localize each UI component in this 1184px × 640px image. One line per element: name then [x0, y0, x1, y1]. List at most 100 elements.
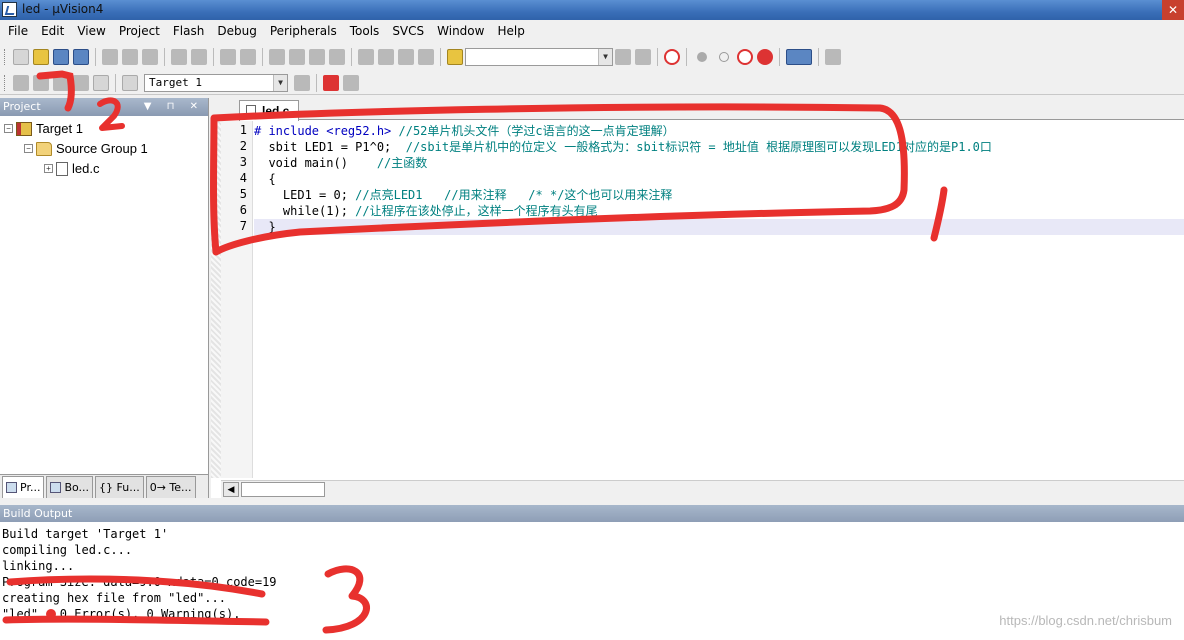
toolbar-separator [779, 48, 780, 66]
tab-functions[interactable]: {} Fu... [95, 476, 144, 498]
insert-breakpoint-icon[interactable] [697, 52, 707, 62]
build-output-panel[interactable]: Build target 'Target 1' compiling led.c.… [0, 522, 1184, 640]
copy-icon[interactable] [122, 49, 138, 65]
redo-icon[interactable] [191, 49, 207, 65]
toolbar-grip [4, 49, 7, 65]
collapse-icon[interactable]: − [4, 124, 13, 133]
bookmark-icon[interactable] [269, 49, 285, 65]
expand-icon[interactable]: + [44, 164, 53, 173]
tree-node-target[interactable]: − Target 1 [4, 121, 83, 136]
comment-icon[interactable] [398, 49, 414, 65]
scroll-left-icon[interactable]: ◀ [223, 482, 239, 497]
target-select[interactable]: Target 1 ▼ [144, 73, 288, 92]
undo-icon[interactable] [171, 49, 187, 65]
paste-icon[interactable] [142, 49, 158, 65]
kill-breakpoints-icon[interactable] [757, 49, 773, 65]
code-comment: //点亮LED1 //用来注释 /* */这个也可以用来注释 [355, 188, 673, 202]
cut-icon[interactable] [102, 49, 118, 65]
find-combo[interactable]: ▼ [465, 48, 613, 66]
build-icon[interactable] [33, 74, 49, 91]
menu-window[interactable]: Window [437, 24, 484, 38]
download-icon[interactable] [122, 74, 138, 91]
disable-breakpoints-icon[interactable] [737, 49, 753, 65]
code-text: { [254, 172, 276, 186]
rebuild-icon[interactable] [53, 74, 69, 91]
build-output-line: creating hex file from "led"... [2, 591, 226, 605]
menu-help[interactable]: Help [497, 24, 524, 38]
build-output-header: Build Output [0, 505, 1184, 522]
nav-back-icon[interactable] [220, 49, 236, 65]
menu-file[interactable]: File [8, 24, 28, 38]
nav-forward-icon[interactable] [240, 49, 256, 65]
indent-icon[interactable] [358, 49, 374, 65]
batch-build-icon[interactable] [73, 74, 89, 91]
folder-icon [36, 141, 52, 156]
menu-debug[interactable]: Debug [217, 24, 256, 38]
chevron-down-icon[interactable]: ▼ [598, 49, 612, 65]
tree-node-source-group[interactable]: − Source Group 1 [24, 141, 148, 156]
line-number: 7 [239, 219, 247, 233]
toolbar-separator [351, 48, 352, 66]
incremental-find-icon[interactable] [635, 49, 651, 65]
menu-flash[interactable]: Flash [173, 24, 204, 38]
close-window-button[interactable]: ✕ [1162, 0, 1184, 20]
panel-controls[interactable]: ▼ ⊓ ✕ [144, 98, 204, 116]
save-icon[interactable] [53, 49, 69, 65]
toolbar-separator [686, 48, 687, 66]
line-number: 1 [239, 123, 247, 137]
enable-breakpoint-icon[interactable] [719, 52, 729, 62]
window-layout-icon[interactable] [786, 49, 812, 65]
c-file-icon [246, 105, 256, 117]
prev-bookmark-icon[interactable] [289, 49, 305, 65]
code-comment: //主函数 [376, 156, 428, 170]
target-select-value: Target 1 [149, 75, 202, 89]
code-area[interactable]: # include <reg52.h> //52单片机头文件（学过c语言的这一点… [254, 121, 1184, 478]
uncomment-icon[interactable] [418, 49, 434, 65]
clear-bookmarks-icon[interactable] [329, 49, 345, 65]
code-text: while(1); [254, 204, 356, 218]
translate-icon[interactable] [13, 74, 29, 91]
wrench-icon[interactable] [825, 49, 841, 65]
stop-build-icon[interactable] [93, 74, 109, 91]
horizontal-scrollbar[interactable]: ◀ [221, 480, 1184, 498]
code-text: } [254, 220, 276, 234]
tab-led-c[interactable]: led.c [239, 100, 299, 121]
tab-templates[interactable]: 0→ Te... [145, 476, 196, 498]
new-file-icon[interactable] [13, 49, 29, 65]
next-bookmark-icon[interactable] [309, 49, 325, 65]
tab-project[interactable]: Pr... [2, 476, 45, 498]
save-all-icon[interactable] [73, 49, 89, 65]
tree-node-file[interactable]: + led.c [44, 161, 99, 176]
build-output-line: compiling led.c... [2, 543, 133, 557]
books-tab-icon [50, 482, 62, 493]
project-panel-title: Project [3, 100, 41, 113]
open-file-icon[interactable] [33, 49, 49, 65]
toolbar-separator [316, 73, 317, 92]
chevron-down-icon[interactable]: ▼ [273, 74, 287, 91]
project-tree: − Target 1 − Source Group 1 + led.c [0, 116, 208, 472]
menu-project[interactable]: Project [119, 24, 160, 38]
tab-books[interactable]: Bo... [46, 476, 94, 498]
unindent-icon[interactable] [378, 49, 394, 65]
manage-books-icon[interactable] [343, 74, 359, 91]
line-number: 2 [239, 139, 247, 153]
menu-tools[interactable]: Tools [350, 24, 380, 38]
menu-view[interactable]: View [77, 24, 105, 38]
menu-edit[interactable]: Edit [41, 24, 64, 38]
toolbar-separator [657, 48, 658, 66]
find-in-files-icon[interactable] [447, 49, 463, 65]
breakpoint-gutter[interactable] [211, 121, 221, 478]
scrollbar-thumb[interactable] [241, 482, 325, 497]
manage-components-icon[interactable] [323, 74, 339, 91]
menu-peripherals[interactable]: Peripherals [270, 24, 337, 38]
build-toolbar: Target 1 ▼ [0, 71, 1184, 95]
toolbar-separator [818, 48, 819, 66]
menu-svcs[interactable]: SVCS [392, 24, 424, 38]
debug-session-icon[interactable] [664, 49, 680, 65]
code-line: { [254, 171, 1184, 187]
target-options-icon[interactable] [294, 74, 310, 91]
line-number: 5 [239, 187, 247, 201]
tree-node-group-label: Source Group 1 [56, 141, 148, 156]
find-icon[interactable] [615, 49, 631, 65]
collapse-icon[interactable]: − [24, 144, 33, 153]
